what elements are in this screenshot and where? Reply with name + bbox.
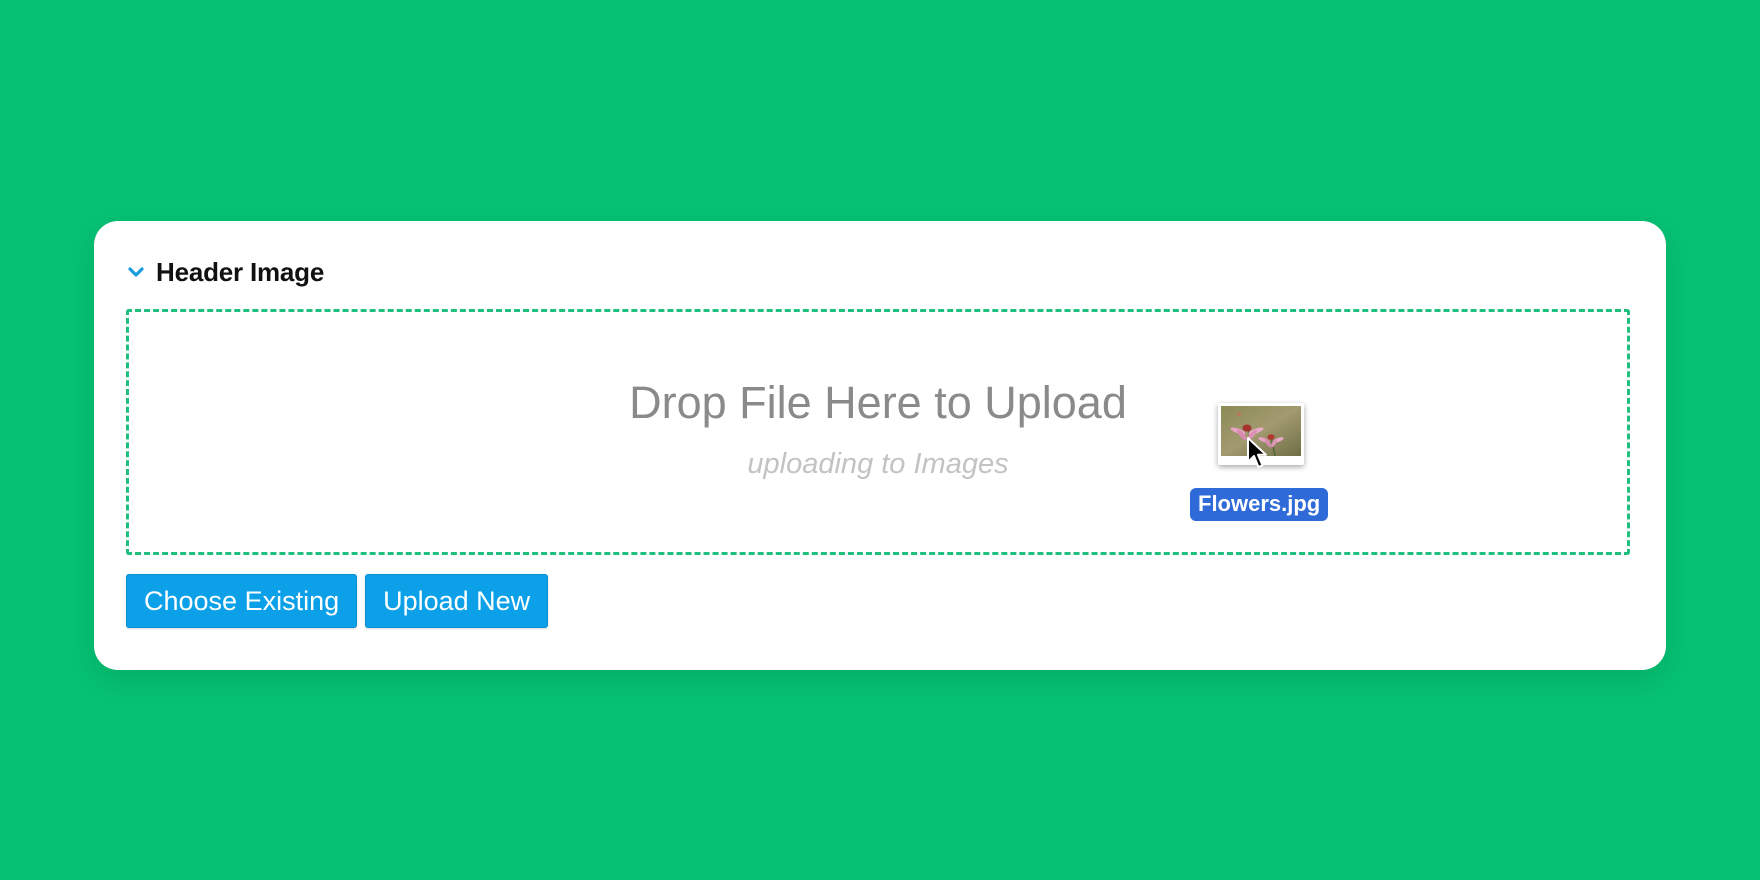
field-header[interactable]: Header Image [126,257,324,287]
button-group: Choose Existing Upload New [126,574,549,628]
dropzone-title: Drop File Here to Upload [629,377,1127,428]
file-dropzone[interactable]: Drop File Here to Upload uploading to Im… [126,309,1630,555]
field-title: Header Image [156,256,325,287]
dragged-file-name: Flowers.jpg [1190,488,1329,521]
chevron-down-icon[interactable] [126,262,146,282]
upload-new-button[interactable]: Upload New [365,574,549,628]
dropzone-subtitle: uploading to Images [747,448,1009,480]
dragged-file-ghost[interactable]: Flowers.jpg [1190,403,1350,523]
mouse-pointer-icon [1247,437,1267,468]
choose-existing-button[interactable]: Choose Existing [126,574,358,628]
header-image-field-card: Header Image Drop File Here to Upload up… [94,221,1666,670]
